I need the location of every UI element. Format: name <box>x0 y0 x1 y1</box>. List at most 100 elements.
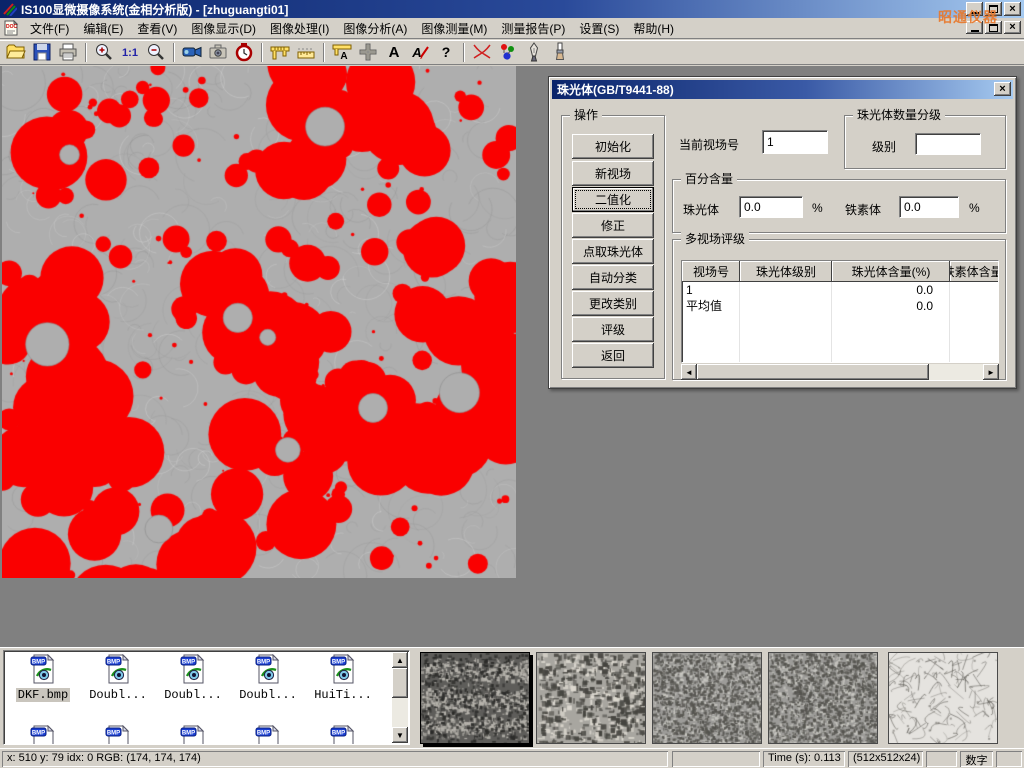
thumbnail-3[interactable] <box>652 652 762 744</box>
table-row[interactable]: 平均值 0.0 <box>682 298 998 314</box>
thumbnail-5[interactable] <box>888 652 998 744</box>
file-item[interactable]: BMP Doubl... <box>156 654 230 702</box>
menu-measure-report[interactable]: 测量报告(P) <box>494 17 572 40</box>
table-row[interactable] <box>682 346 998 362</box>
thumbnail-4[interactable] <box>768 652 878 744</box>
file-name[interactable]: DKF.bmp <box>16 688 70 702</box>
new-field-button[interactable]: 新视场 <box>572 161 654 186</box>
col-pearlite-content[interactable]: 珠光体含量(%) <box>832 261 950 282</box>
scroll-right-button[interactable]: ► <box>983 364 999 380</box>
scroll-down-button[interactable]: ▼ <box>392 727 408 743</box>
correct-button[interactable]: 修正 <box>572 213 654 238</box>
scrollbar-thumb[interactable] <box>697 364 929 380</box>
grade-group: 珠光体数量分级 级别 <box>844 115 1006 169</box>
restore-button[interactable] <box>985 2 1002 16</box>
menu-file[interactable]: 文件(F) <box>23 17 76 40</box>
return-button[interactable]: 返回 <box>572 343 654 368</box>
menu-image-process[interactable]: 图像处理(I) <box>263 17 336 40</box>
file-item[interactable]: BMP <box>306 725 380 745</box>
close-button[interactable]: × <box>1004 2 1021 16</box>
init-button[interactable]: 初始化 <box>572 134 654 159</box>
col-pearlite-grade[interactable]: 珠光体级别 <box>740 261 832 282</box>
help-button[interactable]: ? <box>433 41 459 64</box>
menu-image-analysis[interactable]: 图像分析(A) <box>336 17 414 40</box>
table-row[interactable]: 1 0.0 <box>682 282 998 298</box>
grade-input[interactable] <box>915 133 981 155</box>
zoom-out-button[interactable] <box>143 41 169 64</box>
mdi-minimize-button[interactable] <box>966 21 983 34</box>
save-button[interactable] <box>29 41 55 64</box>
file-item[interactable]: BMP Doubl... <box>81 654 155 702</box>
bmp-file-icon: BMP <box>330 725 356 745</box>
file-name[interactable]: Doubl... <box>87 688 149 702</box>
file-name[interactable]: Doubl... <box>237 688 299 702</box>
toolbar-separator <box>463 43 465 62</box>
rate-button[interactable]: 评级 <box>572 317 654 342</box>
annotate-button[interactable]: A <box>407 41 433 64</box>
curve-tool-button[interactable] <box>469 41 495 64</box>
scroll-left-button[interactable]: ◄ <box>681 364 697 380</box>
col-field-number[interactable]: 视场号 <box>682 261 740 282</box>
minimize-button[interactable] <box>966 2 983 16</box>
col-ferrite-content[interactable]: 铁素体含量(%) <box>950 261 999 282</box>
zoom-in-button[interactable] <box>91 41 117 64</box>
file-list-scrollbar[interactable]: ▲ ▼ <box>392 652 408 743</box>
grid-button[interactable] <box>355 41 381 64</box>
measure-text-button[interactable]: A <box>329 41 355 64</box>
status-image-size: (512x512x24) <box>848 751 923 767</box>
file-item[interactable]: BMP <box>156 725 230 745</box>
file-name[interactable]: Doubl... <box>162 688 224 702</box>
caliper-button[interactable] <box>267 41 293 64</box>
video-capture-button[interactable] <box>179 41 205 64</box>
pen-button[interactable] <box>521 41 547 64</box>
change-class-button[interactable]: 更改类别 <box>572 291 654 316</box>
print-button[interactable] <box>55 41 81 64</box>
table-row[interactable] <box>682 314 998 330</box>
menu-settings[interactable]: 设置(S) <box>572 17 626 40</box>
dialog-close-button[interactable]: × <box>994 82 1011 96</box>
mdi-restore-button[interactable] <box>985 21 1002 34</box>
save-icon <box>32 42 52 62</box>
brush-button[interactable] <box>547 41 573 64</box>
file-item[interactable]: BMP <box>231 725 305 745</box>
thumbnail-1[interactable] <box>420 652 530 744</box>
file-item[interactable]: BMP HuiTi... <box>306 654 380 702</box>
menu-view[interactable]: 查看(V) <box>130 17 184 40</box>
pearlite-percent-input[interactable] <box>739 196 803 218</box>
pick-pearlite-button[interactable]: 点取珠光体 <box>572 239 654 264</box>
menu-edit[interactable]: 编辑(E) <box>76 17 130 40</box>
table-row[interactable] <box>682 330 998 346</box>
file-item[interactable]: BMP <box>81 725 155 745</box>
snapshot-button[interactable] <box>205 41 231 64</box>
menu-help[interactable]: 帮助(H) <box>626 17 681 40</box>
file-item[interactable]: BMP DKF.bmp <box>6 654 80 702</box>
thumbnail-2[interactable] <box>536 652 646 744</box>
actual-size-button[interactable]: 1:1 <box>117 41 143 64</box>
ferrite-percent-input[interactable] <box>899 196 959 218</box>
metallographic-image[interactable] <box>2 66 516 578</box>
auto-classify-button[interactable]: 自动分类 <box>572 265 654 290</box>
svg-text:BMP: BMP <box>332 660 345 666</box>
close-icon: × <box>1009 4 1015 15</box>
classify-points-button[interactable] <box>495 41 521 64</box>
rating-group-label: 多视场评级 <box>681 232 749 247</box>
timer-button[interactable] <box>231 41 257 64</box>
menu-image-measure[interactable]: 图像测量(M) <box>414 17 494 40</box>
mdi-close-button[interactable]: × <box>1004 21 1021 34</box>
file-name[interactable]: HuiTi... <box>312 688 374 702</box>
mdi-restore-icon <box>989 24 998 32</box>
ruler-button[interactable] <box>293 41 319 64</box>
file-item[interactable]: BMP Doubl... <box>231 654 305 702</box>
operation-group: 操作 初始化 新视场 二值化 修正 点取珠光体 自动分类 更改类别 评级 返回 <box>561 115 665 379</box>
file-item[interactable]: BMP <box>6 725 80 745</box>
scrollbar-thumb[interactable] <box>392 668 408 698</box>
binarize-button[interactable]: 二值化 <box>572 187 654 212</box>
scroll-up-button[interactable]: ▲ <box>392 652 408 668</box>
toolbar-separator <box>261 43 263 62</box>
text-button[interactable]: A <box>381 41 407 64</box>
menu-image-display[interactable]: 图像显示(D) <box>184 17 263 40</box>
table-horizontal-scrollbar[interactable]: ◄ ► <box>681 364 999 380</box>
open-button[interactable] <box>3 41 29 64</box>
current-field-input[interactable] <box>762 130 828 154</box>
svg-text:BMP: BMP <box>182 731 195 737</box>
